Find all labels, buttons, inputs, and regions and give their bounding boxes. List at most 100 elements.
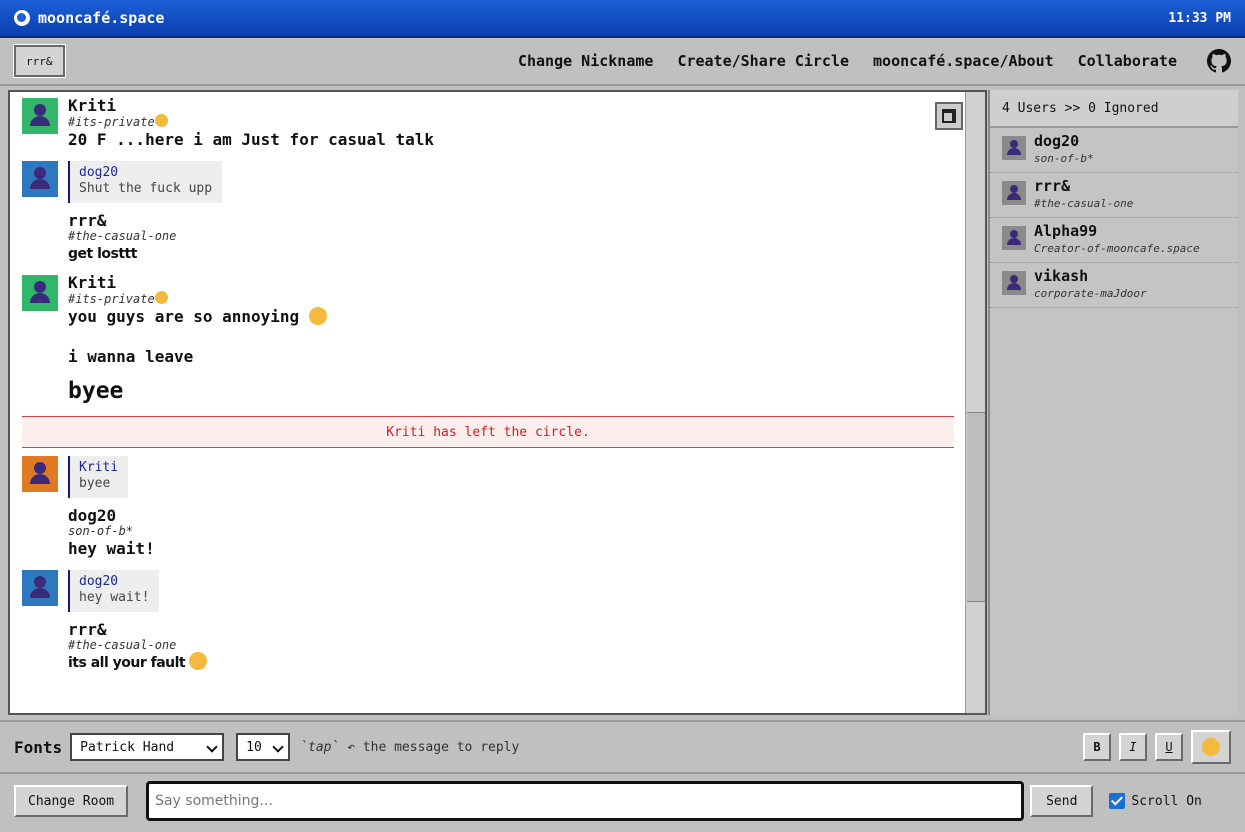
italic-button[interactable]: I bbox=[1119, 733, 1147, 761]
message[interactable]: Kriti #its-private 20 F ...here i am Jus… bbox=[22, 98, 965, 151]
user-list-item[interactable]: Alpha99 Creator-of-mooncafe.space bbox=[990, 218, 1238, 263]
wink-emoji-icon bbox=[154, 114, 168, 127]
hint-text: the message to reply bbox=[362, 739, 520, 755]
user-name: dog20 bbox=[1034, 132, 1080, 150]
scroll-checkbox[interactable] bbox=[1109, 793, 1126, 809]
chevron-down-icon bbox=[272, 741, 284, 753]
avatar bbox=[22, 275, 58, 311]
avatar bbox=[1002, 271, 1026, 295]
message-text: i wanna leave bbox=[68, 347, 194, 366]
message[interactable]: Kriti #its-private you guys are so annoy… bbox=[22, 275, 965, 406]
quote-text: Shut the fuck upp bbox=[79, 181, 213, 196]
nav-about[interactable]: mooncafé.space/About bbox=[873, 52, 1054, 70]
laughing-emoji-icon bbox=[189, 652, 208, 670]
message[interactable]: dog20 son-of-b* hey wait! bbox=[22, 508, 965, 560]
quote-text: hey wait! bbox=[79, 590, 150, 605]
chevron-down-icon bbox=[206, 741, 218, 753]
eye-roll-emoji-icon bbox=[308, 307, 327, 325]
message-username: rrr& bbox=[68, 620, 107, 639]
quote-username: Kriti bbox=[79, 460, 119, 475]
maximize-icon[interactable] bbox=[935, 102, 963, 130]
message-text: byee bbox=[68, 378, 124, 404]
input-row: Change Room Say something... Send Scroll… bbox=[0, 772, 1245, 828]
avatar bbox=[22, 161, 58, 197]
user-tag: son-of-b* bbox=[1034, 152, 1094, 165]
user-tag: corporate-maJdoor bbox=[1034, 287, 1147, 300]
clock: 11:33 PM bbox=[1168, 10, 1231, 26]
wink-emoji-icon bbox=[154, 291, 168, 304]
smile-emoji-icon bbox=[1202, 738, 1220, 756]
quote-username: dog20 bbox=[79, 165, 119, 180]
quote-text: byee bbox=[79, 476, 111, 491]
message-username: dog20 bbox=[68, 506, 117, 525]
emoji-picker-button[interactable] bbox=[1191, 730, 1231, 764]
message-username: rrr& bbox=[68, 211, 107, 230]
fonts-label: Fonts bbox=[14, 737, 63, 757]
underline-button[interactable]: U bbox=[1155, 733, 1183, 761]
nav-collaborate[interactable]: Collaborate bbox=[1078, 52, 1177, 70]
font-size-value: 10 bbox=[246, 739, 262, 755]
app-title: mooncafé.space bbox=[38, 9, 165, 27]
nav-change-nickname[interactable]: Change Nickname bbox=[518, 52, 653, 70]
message-text: get losttt bbox=[68, 246, 137, 262]
message-input[interactable]: Say something... bbox=[146, 781, 1025, 821]
chat-scrollbar[interactable] bbox=[965, 92, 985, 713]
user-list-item[interactable]: vikash corporate-maJdoor bbox=[990, 263, 1238, 308]
message[interactable]: rrr& #the-casual-one get losttt bbox=[22, 213, 965, 265]
scroll-label: Scroll On bbox=[1131, 793, 1202, 809]
message-text: its all your fault bbox=[68, 652, 965, 674]
user-list-item[interactable]: dog20 son-of-b* bbox=[990, 128, 1238, 173]
message-username: Kriti bbox=[68, 273, 117, 292]
message-user-tag: son-of-b* bbox=[68, 524, 134, 538]
reply-hint: `tap` ↶ the message to reply bbox=[300, 740, 519, 755]
reply-message[interactable]: dog20 Shut the fuck upp bbox=[22, 161, 965, 203]
format-buttons: B I U bbox=[1083, 730, 1231, 764]
scrollbar-thumb[interactable] bbox=[967, 412, 985, 602]
reply-message[interactable]: dog20 hey wait! bbox=[22, 570, 965, 612]
reply-quote: Kriti byee bbox=[68, 456, 129, 498]
bold-button[interactable]: B bbox=[1083, 733, 1111, 761]
users-header: 4 Users >> 0 Ignored bbox=[990, 90, 1238, 128]
message-user-tag: #the-casual-one bbox=[68, 638, 177, 652]
change-room-button[interactable]: Change Room bbox=[14, 785, 129, 817]
font-select[interactable]: Patrick Hand bbox=[70, 733, 225, 761]
avatar bbox=[22, 456, 58, 492]
nav-links: Change Nickname Create/Share Circle moon… bbox=[518, 49, 1231, 73]
message-user-tag: #its-private bbox=[68, 114, 965, 129]
chat-panel: Kriti #its-private 20 F ...here i am Jus… bbox=[8, 90, 987, 715]
quote-username: dog20 bbox=[79, 574, 119, 589]
avatar bbox=[1002, 136, 1026, 160]
avatar bbox=[1002, 181, 1026, 205]
reply-arrow-icon: ↶ bbox=[339, 739, 363, 755]
user-tag: #the-casual-one bbox=[1034, 197, 1134, 210]
title-bar: mooncafé.space 11:33 PM bbox=[0, 0, 1245, 38]
message-list[interactable]: Kriti #its-private 20 F ...here i am Jus… bbox=[10, 92, 965, 713]
font-size-select[interactable]: 10 bbox=[236, 733, 291, 761]
users-panel: 4 Users >> 0 Ignored dog20 son-of-b* rrr… bbox=[988, 90, 1238, 715]
user-list-item[interactable]: rrr& #the-casual-one bbox=[990, 173, 1238, 218]
message-text: 20 F ...here i am Just for casual talk bbox=[68, 130, 435, 149]
user-nickname-button[interactable]: rrr& bbox=[13, 44, 66, 78]
reply-message[interactable]: Kriti byee bbox=[22, 456, 965, 498]
user-name: rrr& bbox=[1034, 177, 1071, 195]
send-button[interactable]: Send bbox=[1030, 785, 1094, 817]
message-username: Kriti bbox=[68, 96, 117, 115]
reply-quote: dog20 hey wait! bbox=[68, 570, 160, 612]
scroll-toggle[interactable]: Scroll On bbox=[1109, 793, 1202, 809]
message-user-tag: #the-casual-one bbox=[68, 229, 177, 243]
format-toolbar: Fonts Patrick Hand 10 `tap` ↶ the messag… bbox=[0, 720, 1245, 772]
font-select-value: Patrick Hand bbox=[80, 739, 175, 755]
top-nav: rrr& Change Nickname Create/Share Circle… bbox=[0, 38, 1245, 86]
hint-tap: `tap` bbox=[300, 739, 340, 755]
avatar bbox=[22, 98, 58, 134]
reply-quote: dog20 Shut the fuck upp bbox=[68, 161, 223, 203]
user-name: Alpha99 bbox=[1034, 222, 1098, 240]
user-name: vikash bbox=[1034, 267, 1089, 285]
nav-create-share-circle[interactable]: Create/Share Circle bbox=[677, 52, 849, 70]
message-text: you guys are so annoying bbox=[68, 306, 965, 328]
system-notice: Kriti has left the circle. bbox=[22, 416, 954, 448]
github-icon[interactable] bbox=[1207, 49, 1231, 73]
message[interactable]: rrr& #the-casual-one its all your fault bbox=[22, 622, 965, 674]
user-tag: Creator-of-mooncafe.space bbox=[1034, 242, 1200, 255]
avatar bbox=[22, 570, 58, 606]
